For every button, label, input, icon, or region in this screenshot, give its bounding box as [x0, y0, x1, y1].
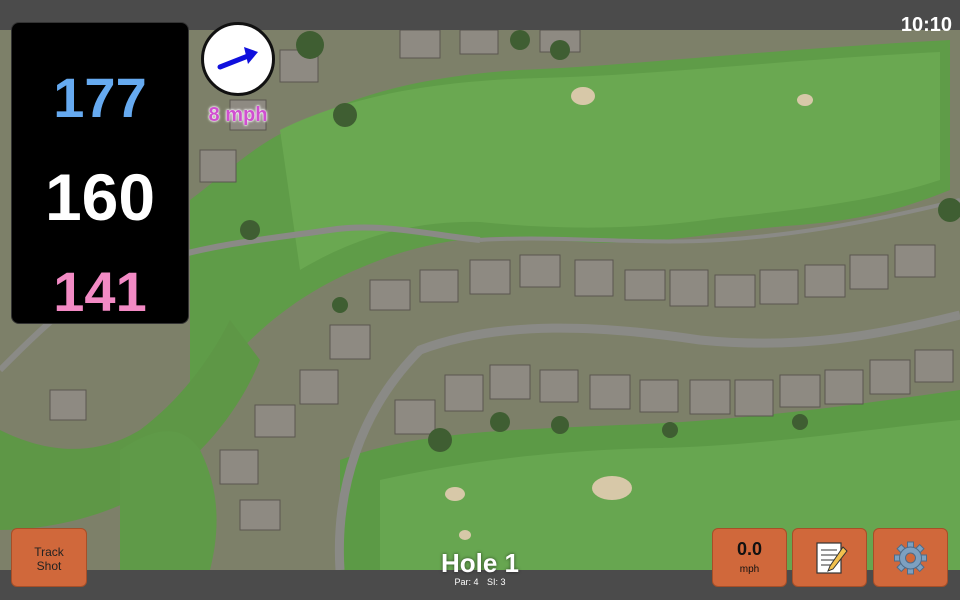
speed-value: 0.0: [736, 539, 763, 559]
notepad-icon: [816, 542, 848, 574]
settings-button[interactable]: [873, 528, 948, 587]
front-distance: 141: [53, 260, 147, 323]
track-shot-button[interactable]: Track Shot: [11, 528, 87, 587]
arrow-right-icon: [217, 47, 258, 70]
clock: 10:10: [900, 14, 952, 36]
middle-distance: 160: [44, 160, 156, 234]
hole-stroke-index: SI: 3: [487, 577, 506, 587]
gear-icon: [894, 541, 927, 575]
track-shot-label-line1: Track: [34, 545, 64, 559]
speed-button[interactable]: 0.0 mph: [712, 528, 787, 587]
back-distance: 177: [53, 66, 147, 129]
distance-panel: 177 160 141: [11, 22, 189, 324]
wind-speed-label: 8 mph: [208, 104, 268, 126]
notes-button[interactable]: [792, 528, 867, 587]
hole-title: Hole 1: [440, 548, 520, 578]
wind-indicator: [201, 22, 275, 96]
speed-unit: mph: [739, 564, 760, 575]
hole-info: Par: 4 SI: 3: [380, 577, 580, 587]
hole-par: Par: 4: [454, 577, 479, 587]
track-shot-label-line2: Shot: [36, 559, 62, 573]
